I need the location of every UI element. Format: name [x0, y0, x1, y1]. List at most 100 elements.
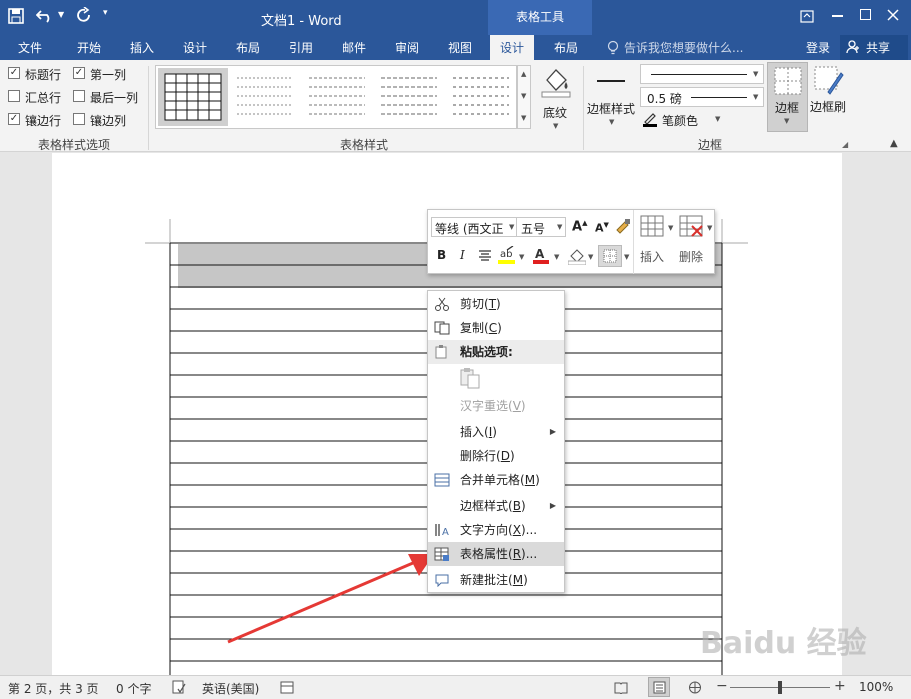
last-column-checkbox[interactable] — [73, 90, 85, 102]
print-layout-icon — [653, 681, 666, 694]
menu-key-cut: T — [488, 297, 497, 311]
zoom-out-button[interactable]: − — [716, 678, 728, 694]
undo-icon[interactable] — [36, 7, 54, 23]
menu-item-copy[interactable]: 复制(C) — [428, 316, 564, 340]
menu-item-cut[interactable]: 剪切(T) — [428, 292, 564, 316]
tab-table-design[interactable]: 设计 — [490, 35, 535, 60]
menu-item-new-comment[interactable]: 新建批注(M) — [428, 568, 564, 592]
shading-dropdown-icon[interactable]: ▼ — [553, 122, 558, 130]
read-mode-icon[interactable] — [614, 681, 628, 694]
font-size-select[interactable]: 五号 ▼ — [516, 217, 566, 237]
gallery-more-icon[interactable]: ▼ — [521, 114, 526, 122]
red-arrow-annotation — [227, 554, 434, 644]
border-styles-dropdown-icon[interactable]: ▼ — [609, 118, 614, 126]
ribbon-display-icon[interactable] — [800, 10, 814, 23]
tab-home[interactable]: 开始 — [77, 39, 101, 56]
borders-button[interactable]: 边框 ▼ — [767, 62, 808, 132]
format-painter-icon[interactable] — [615, 218, 631, 234]
zoom-in-button[interactable]: + — [834, 678, 846, 694]
table-style-plain-2[interactable] — [302, 68, 372, 126]
italic-button[interactable]: I — [460, 248, 465, 262]
word-count[interactable]: 0 个字 — [116, 680, 151, 697]
tab-insert[interactable]: 插入 — [130, 39, 154, 56]
shading-button[interactable]: 底纹 ▼ — [537, 64, 577, 134]
menu-item-border-styles[interactable]: 边框样式(B) ▶ — [428, 494, 564, 518]
tab-layout[interactable]: 布局 — [236, 39, 260, 56]
insert-label[interactable]: 插入 — [640, 248, 664, 265]
person-icon — [846, 40, 859, 54]
menu-paste-keep-text[interactable] — [428, 364, 564, 392]
tab-view[interactable]: 视图 — [448, 39, 472, 56]
table-style-plain-3[interactable] — [374, 68, 444, 126]
menu-item-table-properties[interactable]: 表格属性(R)... — [428, 542, 564, 566]
shrink-font-icon[interactable]: A▼ — [595, 221, 609, 235]
save-icon[interactable] — [8, 8, 24, 24]
center-align-icon[interactable] — [478, 250, 492, 262]
highlight-icon[interactable]: ab — [498, 246, 516, 266]
bold-button[interactable]: B — [437, 248, 446, 262]
zoom-level[interactable]: 100% — [859, 680, 893, 694]
borders-dropdown-icon[interactable]: ▼ — [784, 117, 789, 125]
vertical-scrollbar[interactable] — [895, 153, 911, 675]
border-styles-button[interactable]: 边框样式 ▼ — [587, 66, 637, 132]
minimize-icon[interactable] — [832, 15, 843, 17]
border-painter-button[interactable]: 边框刷 — [810, 64, 850, 124]
grow-font-icon[interactable]: A▲ — [572, 219, 587, 234]
border-line-preview — [597, 80, 625, 82]
close-icon[interactable] — [887, 9, 899, 21]
insert-table-icon[interactable] — [640, 215, 668, 239]
borders-dialog-launcher-icon[interactable]: ◢ — [842, 140, 848, 149]
banded-rows-checkbox[interactable]: ✓ — [8, 113, 20, 125]
table-style-plain-4[interactable] — [446, 68, 516, 126]
share-label: 共享 — [866, 41, 891, 55]
shading-color-icon[interactable] — [568, 247, 586, 265]
sign-in-link[interactable]: 登录 — [806, 39, 830, 56]
web-layout-icon[interactable] — [688, 681, 702, 694]
collapse-ribbon-icon[interactable]: ▲ — [890, 138, 898, 149]
menu-item-text-direction[interactable]: A 文字方向(X)... — [428, 518, 564, 542]
restore-icon[interactable] — [860, 9, 871, 20]
tab-table-layout[interactable]: 布局 — [554, 39, 578, 56]
customize-qat-icon[interactable]: ▾ — [103, 8, 108, 18]
menu-key-reconvert: V — [512, 399, 521, 413]
tab-review[interactable]: 审阅 — [395, 39, 419, 56]
gallery-down-icon[interactable]: ▼ — [521, 92, 526, 100]
menu-item-delete-rows[interactable]: 删除行(D) — [428, 444, 564, 468]
font-name-select[interactable]: 等线 (西文正 ▼ — [431, 217, 517, 237]
tab-mailings[interactable]: 邮件 — [342, 39, 366, 56]
font-color-icon[interactable]: A — [533, 246, 549, 266]
menu-item-insert[interactable]: 插入(I) ▶ — [428, 420, 564, 444]
menu-item-merge-cells[interactable]: 合并单元格(M) — [428, 468, 564, 492]
gallery-up-icon[interactable]: ▲ — [521, 70, 526, 78]
redo-icon[interactable] — [76, 7, 92, 23]
mini-borders-button[interactable] — [598, 245, 622, 267]
delete-label[interactable]: 删除 — [679, 248, 703, 265]
menu-key-text-direction: X — [512, 523, 521, 537]
first-column-checkbox[interactable]: ✓ — [73, 67, 85, 79]
total-row-checkbox[interactable] — [8, 90, 20, 102]
gallery-scroll[interactable]: ▲ ▼ ▼ — [517, 65, 531, 129]
line-style-select[interactable]: ▼ — [640, 64, 764, 84]
tab-file[interactable]: 文件 — [18, 39, 42, 56]
banded-columns-checkbox[interactable] — [73, 113, 85, 125]
pen-color-label: 笔颜色 — [662, 114, 699, 128]
tab-design[interactable]: 设计 — [183, 39, 207, 56]
text-direction-icon: A — [435, 524, 449, 537]
macro-record-icon[interactable] — [280, 681, 294, 694]
share-button[interactable]: 共享 — [840, 35, 908, 60]
tab-references[interactable]: 引用 — [289, 39, 313, 56]
table-style-grid-selected[interactable] — [158, 68, 228, 126]
print-layout-button[interactable] — [648, 677, 670, 697]
undo-dropdown-icon[interactable]: ▼ — [58, 10, 64, 19]
proofing-icon[interactable] — [172, 680, 186, 694]
line-weight-select[interactable]: 0.5 磅 ▼ — [640, 87, 764, 107]
menu-label-text-direction: 文字方向 — [460, 523, 509, 537]
zoom-slider-thumb[interactable] — [778, 681, 782, 694]
page-count[interactable]: 第 2 页，共 3 页 — [8, 680, 99, 697]
table-style-plain-1[interactable] — [230, 68, 300, 126]
language[interactable]: 英语(美国) — [202, 680, 259, 697]
pen-color-button[interactable]: 笔颜色 ▼ — [640, 110, 764, 130]
header-row-checkbox[interactable]: ✓ — [8, 67, 20, 79]
delete-table-icon[interactable] — [679, 215, 707, 239]
tell-me-search[interactable]: 告诉我您想要做什么... — [624, 39, 743, 56]
